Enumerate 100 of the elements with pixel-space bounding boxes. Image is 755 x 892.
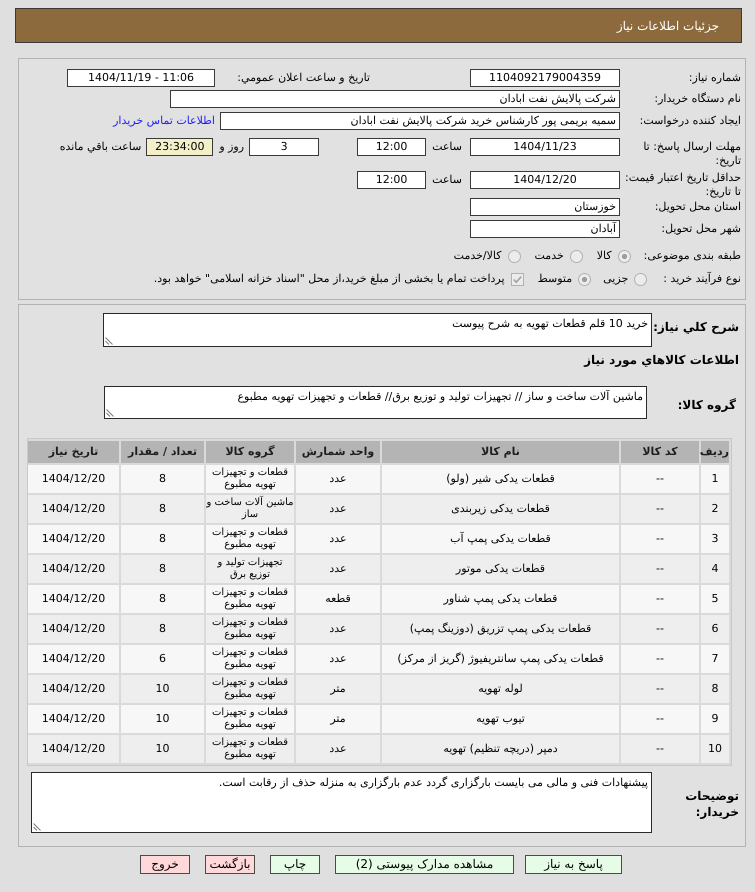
resize-grip-icon[interactable] xyxy=(33,823,41,831)
page-title: جزئیات اطلاعات نیاز xyxy=(616,18,719,34)
table-cell: 6 xyxy=(121,645,204,673)
table-cell: -- xyxy=(621,705,699,733)
table-cell: 8 xyxy=(121,555,204,583)
delivery-city-label: شهر محل تحویل: xyxy=(661,222,741,235)
column-header: کد کالا xyxy=(621,441,699,463)
table-cell: قطعات یدکی پمپ آب xyxy=(382,525,619,553)
table-cell: 1404/12/20 xyxy=(28,705,119,733)
time-label: ساعت xyxy=(432,173,462,186)
table-cell: قطعات یدکی موتور xyxy=(382,555,619,583)
table-cell: 8 xyxy=(121,495,204,523)
buyer-notes-label: توضیحات خریدار: xyxy=(685,789,739,819)
table-cell: قطعات و تجهیزات تهویه مطبوع xyxy=(206,615,294,643)
table-cell: 8 xyxy=(701,675,729,703)
buyer-organization-label: نام دستگاه خریدار: xyxy=(654,92,741,105)
table-cell: -- xyxy=(621,495,699,523)
table-cell: عدد xyxy=(296,555,380,583)
action-button[interactable]: مشاهده مدارک پیوستی (2) xyxy=(335,855,514,874)
table-cell: متر xyxy=(296,675,380,703)
description-field[interactable]: خرید 10 قلم قطعات تهویه به شرح پیوست xyxy=(103,313,652,347)
table-cell: 10 xyxy=(701,735,729,763)
delivery-province-field[interactable]: خوزستان xyxy=(470,198,620,216)
table-cell: 1404/12/20 xyxy=(28,735,119,763)
delivery-province-label: استان محل تحویل: xyxy=(654,200,741,213)
table-cell: 8 xyxy=(121,585,204,613)
announcement-date-label: تاریخ و ساعت اعلان عمومي: xyxy=(237,71,370,84)
action-button[interactable]: بازگشت xyxy=(205,855,255,874)
table-cell: 10 xyxy=(121,735,204,763)
table-cell: 1404/12/20 xyxy=(28,465,119,493)
table-cell: 6 xyxy=(701,615,729,643)
response-time-field[interactable]: 12:00 xyxy=(357,138,426,156)
table-cell: 8 xyxy=(121,615,204,643)
description-label: شرح کلي نیاز: xyxy=(653,320,739,334)
product-group-label: گروه کالا: xyxy=(678,398,736,412)
table-cell: تیوب تهویه xyxy=(382,705,619,733)
table-cell: -- xyxy=(621,675,699,703)
price-validity-time-field[interactable]: 12:00 xyxy=(357,171,426,189)
requester-field[interactable]: سمیه بریمی پور کارشناس خرید شرکت پالایش نفت ابادان xyxy=(220,112,620,130)
announcement-date-field[interactable]: 1404/11/19 - 11:06 xyxy=(67,69,215,87)
table-cell: عدد xyxy=(296,615,380,643)
days-label: روز و xyxy=(219,140,244,153)
table-cell: تجهیزات تولید و توزیع برق xyxy=(206,555,294,583)
table-cell: 2 xyxy=(701,495,729,523)
response-deadline-label: مهلت ارسال پاسخ: تا تاریخ: xyxy=(643,140,741,167)
purchase-process-label: نوع فرآیند خرید : xyxy=(663,272,741,285)
column-header: واحد شمارش xyxy=(296,441,380,463)
column-header: تعداد / مقدار xyxy=(121,441,204,463)
resize-grip-icon[interactable] xyxy=(106,409,114,417)
table-cell: قطعات یدکی پمپ سانتریفیوژ (گریز از مرکز) xyxy=(382,645,619,673)
need-number-label: شماره نیاز: xyxy=(688,71,741,84)
table-cell: 1404/12/20 xyxy=(28,585,119,613)
table-cell: قطعات و تجهیزات تهویه مطبوع xyxy=(206,735,294,763)
table-cell: -- xyxy=(621,465,699,493)
table-cell: 1 xyxy=(701,465,729,493)
table-cell: 7 xyxy=(701,645,729,673)
time-remaining-field[interactable]: 23:34:00 xyxy=(146,138,214,156)
buyer-organization-field[interactable]: شرکت پالایش نفت ابادان xyxy=(170,90,620,108)
delivery-city-field[interactable]: آبادان xyxy=(470,220,620,238)
table-cell: عدد xyxy=(296,735,380,763)
table-cell: قطعه xyxy=(296,585,380,613)
section-title: اطلاعات کالاهاي مورد نياز xyxy=(584,353,739,367)
table-cell: 1404/12/20 xyxy=(28,525,119,553)
table-cell: عدد xyxy=(296,525,380,553)
table-cell: عدد xyxy=(296,495,380,523)
table-cell: 3 xyxy=(701,525,729,553)
days-remaining-field[interactable]: 3 xyxy=(249,138,320,156)
buyer-notes-field[interactable]: پیشنهادات فنی و مالی می بایست بارگزاری گردد عدم بارگزاری به منزله حذف از رقابت است. xyxy=(31,772,652,833)
column-header: گروه کالا xyxy=(206,441,294,463)
table-cell: 10 xyxy=(121,705,204,733)
price-validity-date-field[interactable]: 1404/12/20 xyxy=(470,171,620,189)
table-cell: قطعات یدکی شیر (ولو) xyxy=(382,465,619,493)
table-cell: 1404/12/20 xyxy=(28,615,119,643)
table-cell: دمپر (دریچه تنظیم) تهویه xyxy=(382,735,619,763)
column-header: نام کالا xyxy=(382,441,619,463)
column-header: ردیف xyxy=(701,441,729,463)
table-cell: -- xyxy=(621,735,699,763)
table-cell: 10 xyxy=(121,675,204,703)
response-date-field[interactable]: 1404/11/23 xyxy=(470,138,620,156)
buyer-contact-link[interactable]: اطلاعات تماس خریدار xyxy=(113,113,215,129)
action-button[interactable]: چاپ xyxy=(270,855,320,874)
column-header: تاریخ نیاز xyxy=(28,441,119,463)
table-cell: قطعات یدکی پمپ تزریق (دوزینگ پمپ) xyxy=(382,615,619,643)
table-cell: -- xyxy=(621,615,699,643)
action-button[interactable]: پاسخ به نیاز xyxy=(525,855,622,874)
table-cell: -- xyxy=(621,555,699,583)
table-cell: 4 xyxy=(701,555,729,583)
action-button[interactable]: خروج xyxy=(140,855,190,874)
table-cell: -- xyxy=(621,645,699,673)
resize-grip-icon[interactable] xyxy=(105,337,113,345)
table-cell: متر xyxy=(296,705,380,733)
table-cell: 1404/12/20 xyxy=(28,675,119,703)
table-cell: -- xyxy=(621,585,699,613)
need-number-field[interactable]: 1104092179004359 xyxy=(470,69,620,87)
time-label: ساعت xyxy=(432,140,462,153)
table-cell: قطعات و تجهیزات تهویه مطبوع xyxy=(206,645,294,673)
product-group-field[interactable]: ماشین آلات ساخت و ساز // تجهیزات تولید و توزیع برق// قطعات و تجهیزات تهویه مطبوع xyxy=(104,386,647,419)
table-cell: ماشین آلات ساخت و ساز xyxy=(206,495,294,523)
table-cell: قطعات و تجهیزات تهویه مطبوع xyxy=(206,705,294,733)
table-cell: عدد xyxy=(296,465,380,493)
